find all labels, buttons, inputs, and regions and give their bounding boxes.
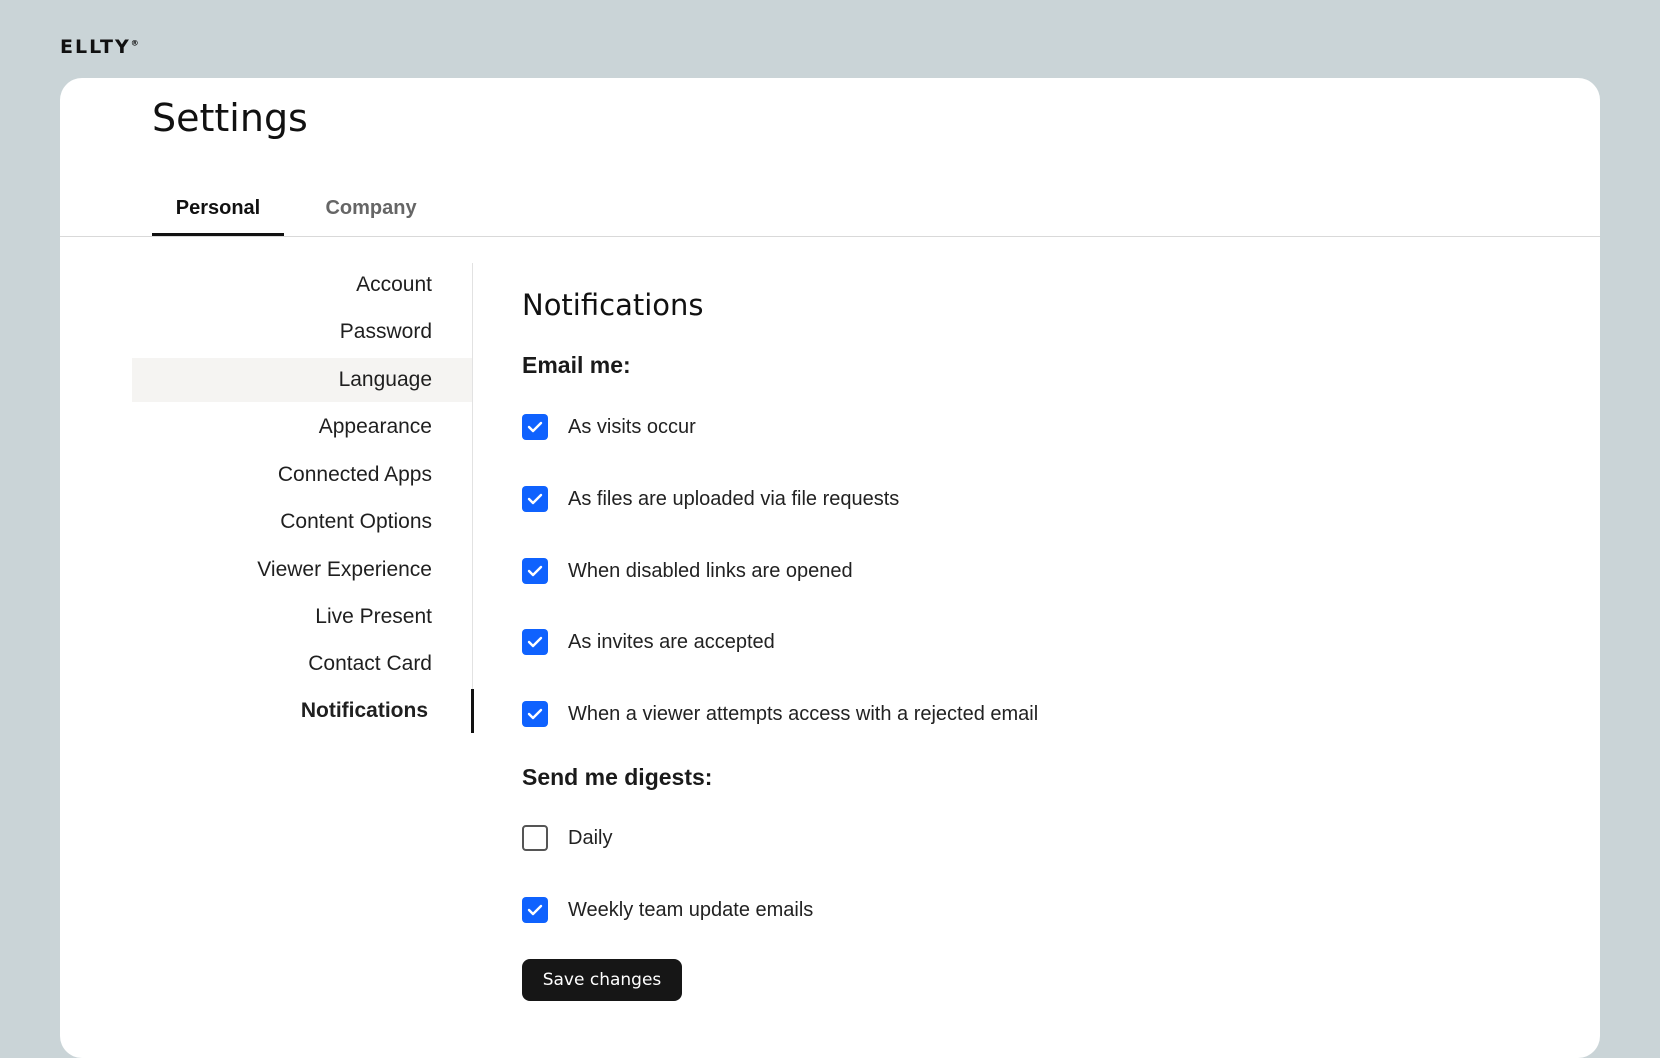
check-icon [527,421,543,433]
checkbox[interactable] [522,558,548,584]
option-label: As invites are accepted [568,631,775,653]
save-changes-button[interactable]: Save changes [522,959,682,1001]
tab-personal[interactable]: Personal [152,188,284,236]
checkbox[interactable] [522,897,548,923]
check-icon [527,708,543,720]
option-label: When a viewer attempts access with a rej… [568,703,1039,725]
option-label: When disabled links are opened [568,560,853,582]
checkbox[interactable] [522,414,548,440]
check-icon [527,493,543,505]
sidebar-item-live-present[interactable]: Live Present [132,595,472,639]
option-label: Daily [568,827,613,849]
sidebar-item-connected-apps[interactable]: Connected Apps [132,453,472,497]
digests-label: Send me digests: [522,764,713,790]
sidebar-item-contact-card[interactable]: Contact Card [132,642,472,686]
settings-tabs: Personal Company [60,188,1600,237]
checkbox[interactable] [522,825,548,851]
check-icon [527,904,543,916]
page-title: Settings [152,96,308,140]
checkbox[interactable] [522,629,548,655]
option-label: As visits occur [568,416,696,438]
checkbox[interactable] [522,486,548,512]
section-title: Notifications [522,288,704,322]
sidebar-item-account[interactable]: Account [132,263,472,307]
sidebar-item-viewer-experience[interactable]: Viewer Experience [132,548,472,592]
option-label: As files are uploaded via file requests [568,488,900,510]
sidebar-item-notifications[interactable]: Notifications [132,689,474,733]
settings-card: Settings Personal Company Account Passwo… [60,78,1600,1058]
check-icon [527,565,543,577]
tab-company[interactable]: Company [312,188,430,235]
option-label: Weekly team update emails [568,899,814,921]
checkbox[interactable] [522,701,548,727]
sidebar-item-appearance[interactable]: Appearance [132,405,472,449]
settings-sidebar: Account Password Language Appearance Con… [132,263,474,733]
sidebar-item-password[interactable]: Password [132,310,472,354]
sidebar-item-language[interactable]: Language [132,358,472,402]
ellty-logo: ELLTY® [60,36,139,58]
sidebar-item-content-options[interactable]: Content Options [132,500,472,544]
email-me-label: Email me: [522,352,631,378]
check-icon [527,636,543,648]
